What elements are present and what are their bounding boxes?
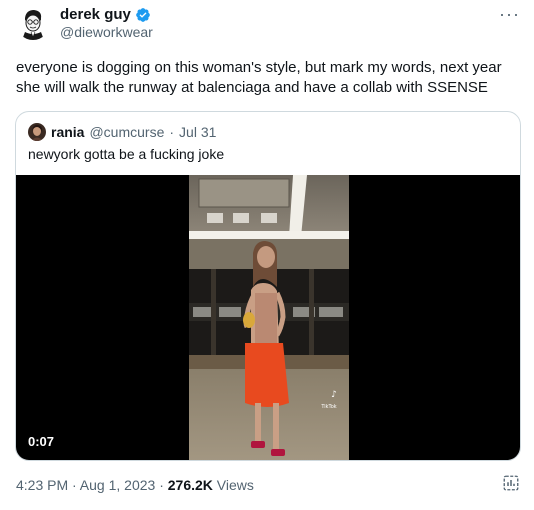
author-handle[interactable]: @dieworkwear	[60, 24, 153, 40]
quoted-text: newyork gotta be a fucking joke	[28, 146, 225, 162]
subway-scene: ♪ TikTok	[189, 175, 349, 460]
timestamp[interactable]: 4:23 PM · Aug 1, 2023 ·	[16, 477, 168, 493]
quoted-date[interactable]: Jul 31	[179, 124, 216, 140]
author-name[interactable]: derek guy	[60, 6, 131, 23]
video-duration: 0:07	[28, 434, 55, 449]
video-player[interactable]: ♪ TikTok 0:07	[16, 175, 520, 460]
tiktok-watermark: TikTok	[320, 404, 336, 410]
quoted-header: rania @cumcurse · Jul 31	[28, 123, 216, 141]
views-label: Views	[212, 477, 254, 493]
author-name-row[interactable]: derek guy	[60, 6, 151, 23]
quoted-tweet[interactable]: rania @cumcurse · Jul 31 newyork gotta b…	[15, 111, 521, 461]
profile-photo-icon	[28, 123, 46, 141]
views-count: 276.2K	[167, 477, 213, 493]
author-avatar[interactable]	[16, 6, 50, 40]
quoted-name[interactable]: rania	[51, 124, 84, 140]
separator-dot: ·	[169, 124, 175, 140]
tweet-meta: 4:23 PM · Aug 1, 2023 · 276.2K Views	[16, 477, 254, 493]
svg-text:♪: ♪	[331, 390, 337, 400]
quoted-handle[interactable]: @cumcurse	[89, 124, 164, 140]
quoted-avatar[interactable]	[28, 123, 46, 141]
tweet-text: everyone is dogging on this woman's styl…	[16, 59, 502, 96]
sketch-portrait-icon	[16, 6, 50, 40]
video-frame: ♪ TikTok	[189, 175, 349, 460]
more-options-icon[interactable]: ···	[499, 4, 520, 25]
analytics-icon[interactable]	[502, 474, 520, 492]
verified-badge-icon	[136, 7, 150, 22]
